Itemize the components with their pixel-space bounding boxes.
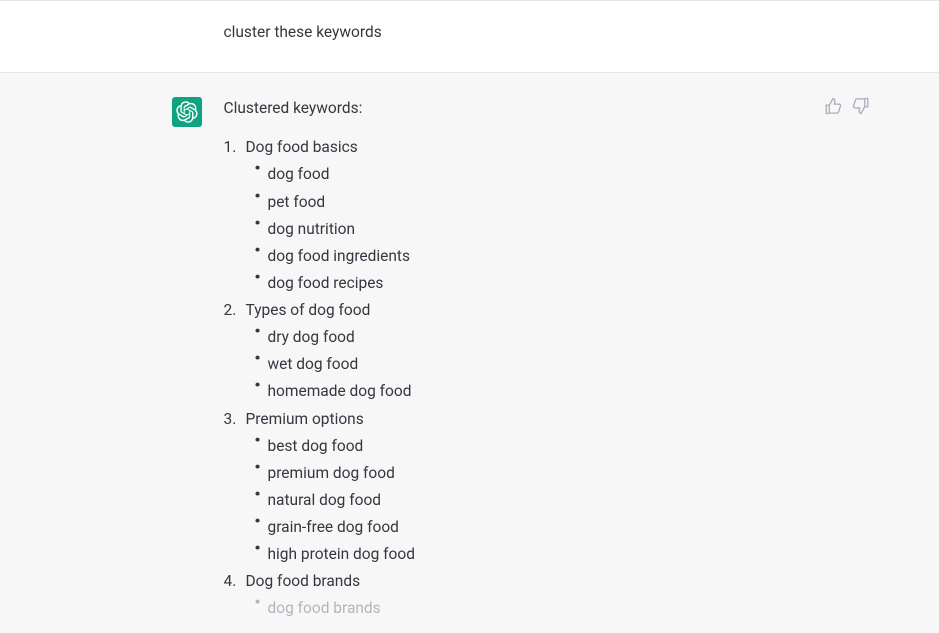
thumbs-down-button[interactable] — [852, 97, 870, 115]
cluster-title: Dog food basics — [224, 134, 810, 161]
cluster-list: Dog food basicsdog foodpet fooddog nutri… — [224, 134, 810, 622]
assistant-message-section: Clustered keywords: Dog food basicsdog f… — [0, 73, 939, 632]
assistant-content: Clustered keywords: Dog food basicsdog f… — [224, 95, 810, 622]
keyword-item: grain-free dog food — [254, 514, 810, 541]
thumbs-down-icon — [852, 97, 870, 115]
keyword-item: dog food — [254, 161, 810, 188]
cluster-title: Premium options — [224, 406, 810, 433]
assistant-intro-text: Clustered keywords: — [224, 95, 810, 122]
thumbs-up-button[interactable] — [824, 97, 842, 115]
keyword-item: dog food ingredients — [254, 243, 810, 270]
keyword-item: wet dog food — [254, 351, 810, 378]
openai-logo-icon — [176, 101, 198, 123]
keyword-item: homemade dog food — [254, 378, 810, 405]
keyword-item: premium dog food — [254, 460, 810, 487]
keyword-item: dog food recipes — [254, 270, 810, 297]
keyword-item: high protein dog food — [254, 541, 810, 568]
cluster-item: Types of dog fooddry dog foodwet dog foo… — [224, 297, 810, 406]
keyword-item: dry dog food — [254, 324, 810, 351]
keyword-item: best dog food — [254, 433, 810, 460]
cluster-item: Premium optionsbest dog foodpremium dog … — [224, 406, 810, 569]
cluster-items: best dog foodpremium dog foodnatural dog… — [224, 433, 810, 569]
keyword-item: dog food brands — [254, 595, 810, 622]
keyword-item: dog nutrition — [254, 216, 810, 243]
keyword-item: natural dog food — [254, 487, 810, 514]
user-message-text: cluster these keywords — [224, 19, 810, 46]
assistant-avatar — [172, 97, 202, 127]
cluster-title: Dog food brands — [224, 568, 810, 595]
thumbs-up-icon — [824, 97, 842, 115]
feedback-controls — [824, 97, 870, 115]
cluster-item: Dog food basicsdog foodpet fooddog nutri… — [224, 134, 810, 297]
cluster-items: dry dog foodwet dog foodhomemade dog foo… — [224, 324, 810, 405]
cluster-item: Dog food brandsdog food brands — [224, 568, 810, 622]
cluster-items: dog foodpet fooddog nutritiondog food in… — [224, 161, 810, 297]
user-message-section: cluster these keywords — [0, 0, 939, 73]
cluster-title: Types of dog food — [224, 297, 810, 324]
cluster-items: dog food brands — [224, 595, 810, 622]
keyword-item: pet food — [254, 189, 810, 216]
